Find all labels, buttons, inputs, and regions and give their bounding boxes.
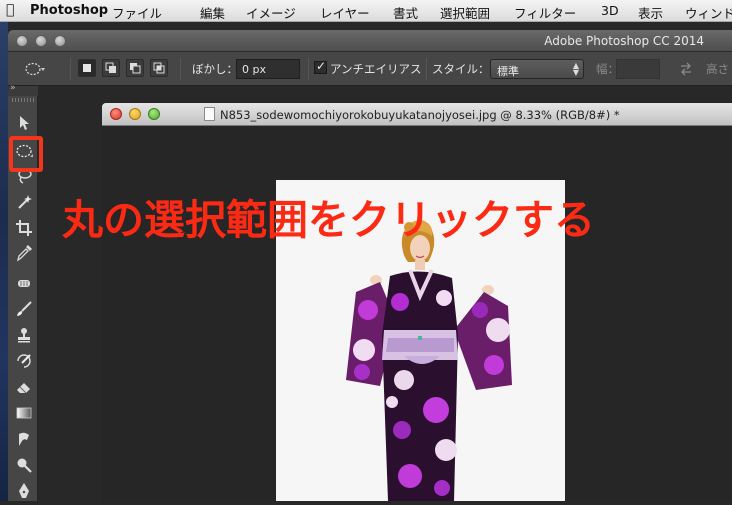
eraser-tool[interactable] bbox=[15, 378, 33, 396]
document-title-bar[interactable]: N853_sodewomochiyorokobuyukatanojyosei.j… bbox=[102, 103, 732, 126]
subtract-from-selection-button[interactable] bbox=[126, 59, 144, 77]
menu-file[interactable]: ファイル bbox=[112, 3, 162, 22]
pen-tool-icon bbox=[19, 483, 29, 498]
tool-highlight-box bbox=[9, 136, 43, 172]
style-label: スタイル： bbox=[432, 62, 490, 76]
dodge-tool-icon bbox=[17, 458, 32, 473]
menu-layer[interactable]: レイヤー bbox=[320, 3, 370, 22]
app-zoom-button[interactable] bbox=[54, 35, 66, 47]
menu-type[interactable]: 書式 bbox=[393, 3, 418, 22]
width-input[interactable] bbox=[616, 59, 660, 79]
document-close-button[interactable] bbox=[110, 108, 122, 120]
document-minimize-button[interactable] bbox=[129, 108, 141, 120]
antialias-label: アンチエイリアス bbox=[330, 62, 422, 76]
menu-bar:  Photoshop ファイル 編集 イメージ レイヤー 書式 選択範囲 フィ… bbox=[0, 0, 732, 22]
select-arrows-icon: ▲ ▼ bbox=[572, 61, 579, 77]
add-to-selection-button[interactable] bbox=[102, 59, 120, 77]
swap-arrows-icon bbox=[681, 62, 691, 76]
new-selection-button[interactable] bbox=[78, 59, 96, 77]
separator bbox=[308, 58, 309, 80]
checkmark-icon: ✓ bbox=[316, 59, 327, 73]
app-close-button[interactable] bbox=[16, 35, 28, 47]
separator bbox=[180, 58, 181, 80]
add-selection-icon bbox=[105, 62, 116, 73]
eyedropper-tool[interactable] bbox=[15, 244, 33, 262]
pen-tool[interactable] bbox=[15, 482, 33, 500]
tools-panel-grip[interactable] bbox=[12, 98, 34, 102]
feather-input[interactable]: 0 px bbox=[236, 59, 300, 79]
style-select-value: 標準 bbox=[497, 65, 519, 78]
intersect-selection-button[interactable] bbox=[150, 59, 168, 77]
menu-view[interactable]: 表示 bbox=[638, 3, 663, 22]
feather-label: ぼかし： bbox=[192, 62, 238, 76]
menu-3d[interactable]: 3D bbox=[601, 3, 619, 18]
gradient-tool[interactable] bbox=[15, 404, 33, 422]
gradient-tool-icon bbox=[16, 407, 32, 419]
eraser-tool-icon bbox=[17, 383, 30, 394]
antialias-checkbox[interactable]: ✓ bbox=[314, 59, 327, 74]
smudge-tool[interactable] bbox=[15, 430, 33, 448]
menu-image[interactable]: イメージ bbox=[246, 3, 296, 22]
dodge-tool[interactable] bbox=[15, 456, 33, 474]
clone-stamp-tool[interactable] bbox=[15, 326, 33, 344]
eyedropper-tool-icon bbox=[16, 245, 32, 262]
history-brush-tool[interactable] bbox=[15, 352, 33, 370]
magic-wand-tool-icon bbox=[18, 195, 32, 209]
crop-tool[interactable] bbox=[15, 219, 33, 237]
swap-dimensions-button[interactable] bbox=[678, 61, 694, 77]
move-tool[interactable] bbox=[15, 114, 33, 132]
app-window-title: Adobe Photoshop CC 2014 bbox=[544, 34, 704, 48]
height-label: 高さ bbox=[706, 62, 729, 76]
spot-healing-tool-icon bbox=[18, 280, 30, 287]
intersect-selection-icon bbox=[153, 62, 165, 74]
app-minimize-button[interactable] bbox=[35, 35, 47, 47]
style-select[interactable]: 標準 ▲ ▼ bbox=[490, 59, 584, 79]
menu-select[interactable]: 選択範囲 bbox=[440, 3, 490, 22]
menu-filter[interactable]: フィルター bbox=[514, 3, 576, 22]
magic-wand-tool[interactable] bbox=[15, 193, 33, 211]
document-file-icon bbox=[204, 107, 215, 121]
spot-healing-tool[interactable] bbox=[15, 274, 33, 292]
brush-tool[interactable] bbox=[15, 300, 33, 318]
document-title: N853_sodewomochiyorokobuyukatanojyosei.j… bbox=[220, 108, 620, 122]
new-selection-icon bbox=[83, 64, 91, 72]
desktop-background bbox=[0, 22, 8, 501]
history-brush-tool-icon bbox=[17, 354, 31, 368]
instruction-annotation: 丸の選択範囲をクリックする bbox=[62, 196, 595, 244]
collapse-icon[interactable]: » bbox=[10, 83, 15, 93]
options-bar: ぼかし： 0 px ✓ アンチエイリアス スタイル： 標準 ▲ ▼ 幅： 高さ bbox=[8, 52, 732, 86]
tools-panel-header[interactable]: » bbox=[8, 83, 38, 96]
crop-tool-icon bbox=[16, 220, 32, 236]
ellipse-preset-icon bbox=[25, 62, 45, 76]
document-zoom-button[interactable] bbox=[148, 108, 160, 120]
separator bbox=[70, 58, 71, 80]
menu-app-name[interactable]: Photoshop bbox=[30, 3, 108, 18]
menu-window[interactable]: ウィンドウ bbox=[685, 3, 732, 22]
separator bbox=[426, 58, 427, 80]
menu-edit[interactable]: 編集 bbox=[200, 3, 225, 22]
subtract-selection-icon bbox=[130, 63, 141, 74]
smudge-tool-icon bbox=[19, 432, 29, 446]
brush-tool-icon bbox=[17, 301, 32, 316]
document-window: N853_sodewomochiyorokobuyukatanojyosei.j… bbox=[102, 103, 732, 501]
apple-menu-icon[interactable]:  bbox=[6, 2, 14, 18]
move-tool-icon bbox=[20, 116, 29, 130]
clone-stamp-tool-icon bbox=[18, 328, 30, 343]
app-title-bar[interactable]: Adobe Photoshop CC 2014 bbox=[8, 30, 732, 52]
tool-preset-picker[interactable] bbox=[24, 60, 46, 78]
